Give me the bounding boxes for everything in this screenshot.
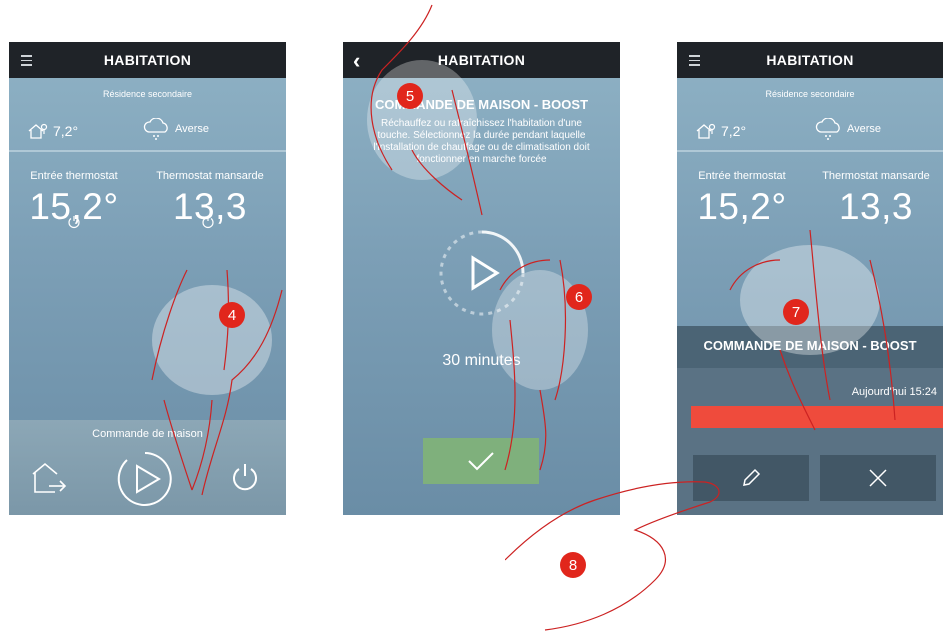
power-icon[interactable] [67, 215, 81, 229]
weather-label: Averse [847, 123, 882, 135]
pencil-icon [743, 468, 761, 486]
step-marker: 8 [560, 552, 586, 578]
pointing-hand-icon [729, 229, 896, 431]
power-icon[interactable] [201, 215, 215, 229]
pointing-hand-icon [492, 259, 588, 471]
step-marker: 6 [566, 284, 592, 310]
rain-cloud-icon [815, 118, 840, 140]
top-bar: HABITATION [677, 42, 943, 78]
weather-row: 7,2° Averse [677, 116, 943, 148]
page-title: HABITATION [103, 52, 192, 68]
step-marker: 4 [219, 302, 245, 328]
step-marker: 7 [783, 299, 809, 325]
residence-name: Résidence secondaire [102, 89, 193, 99]
divider [677, 150, 943, 152]
page-title: HABITATION [766, 52, 854, 68]
house-temp-icon [28, 123, 48, 139]
weather-condition: Averse [815, 118, 881, 140]
step-marker: 5 [397, 83, 423, 109]
zone-name: Thermostat mansarde [156, 170, 264, 182]
rain-cloud-icon [143, 118, 168, 140]
weather-condition: Averse [143, 118, 209, 140]
outdoor-temp-value: 7,2° [721, 123, 747, 139]
stop-button[interactable] [820, 455, 936, 501]
zone-name: Thermostat mansarde [822, 170, 930, 182]
zone-name: Entrée thermostat [698, 170, 786, 182]
hamburger-icon[interactable] [21, 55, 32, 69]
hamburger-icon[interactable] [689, 55, 700, 69]
exit-house-icon[interactable] [29, 460, 69, 496]
close-x-icon [869, 469, 887, 487]
zone-name: Entrée thermostat [30, 170, 118, 182]
pointing-hand-icon [505, 481, 720, 631]
pointing-hand-icon [151, 269, 283, 496]
residence-name: Résidence secondaire [765, 89, 855, 99]
pointing-hand-icon [367, 4, 483, 216]
outdoor-temp-value: 7,2° [53, 123, 79, 139]
house-temp-icon [696, 123, 716, 139]
outdoor-temperature: 7,2° [27, 122, 78, 140]
divider [9, 150, 286, 152]
weather-row: 7,2° Averse [9, 116, 286, 148]
outdoor-temperature: 7,2° [695, 122, 746, 140]
weather-label: Averse [175, 123, 210, 135]
top-bar: HABITATION [9, 42, 286, 78]
